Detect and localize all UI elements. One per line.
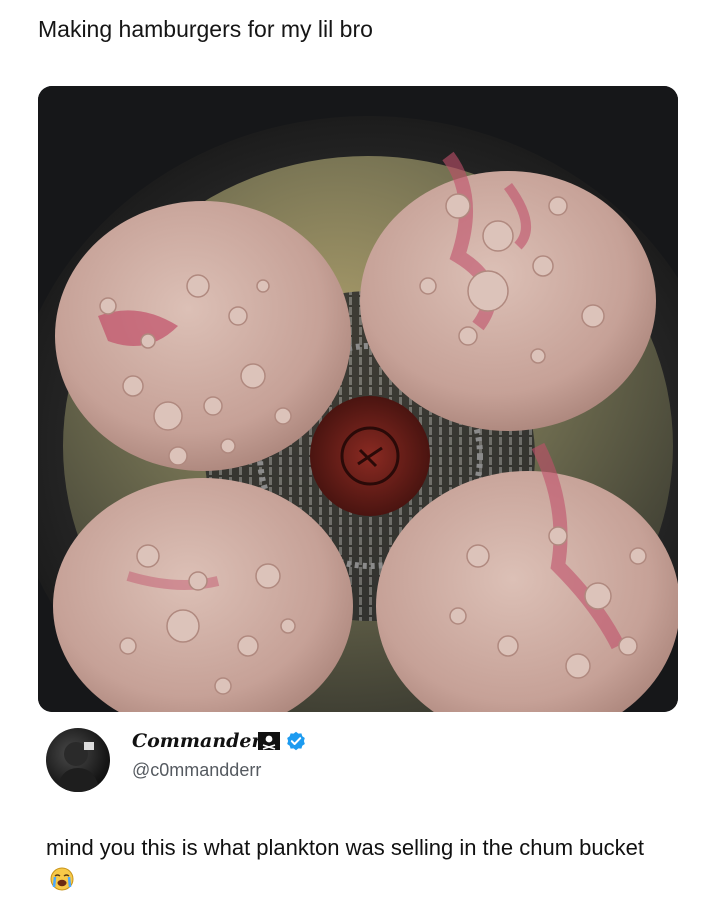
tweet-author: Commander @c0mmandderr xyxy=(46,722,666,794)
loudly-crying-face-icon xyxy=(50,867,74,891)
verified-badge-icon xyxy=(287,731,305,751)
avatar-image xyxy=(56,742,100,792)
handle[interactable]: @c0mmandderr xyxy=(132,760,261,781)
post-caption: Making hamburgers for my lil bro xyxy=(38,16,373,42)
tweet-text-body: mind you this is what plankton was selli… xyxy=(46,835,644,860)
display-name[interactable]: Commander xyxy=(132,730,262,752)
photo-drawing xyxy=(38,86,678,712)
tweet-text: mind you this is what plankton was selli… xyxy=(46,832,666,896)
avatar[interactable] xyxy=(46,728,110,792)
hamburger-photo xyxy=(38,86,678,712)
pirate-flag-icon xyxy=(258,732,280,750)
